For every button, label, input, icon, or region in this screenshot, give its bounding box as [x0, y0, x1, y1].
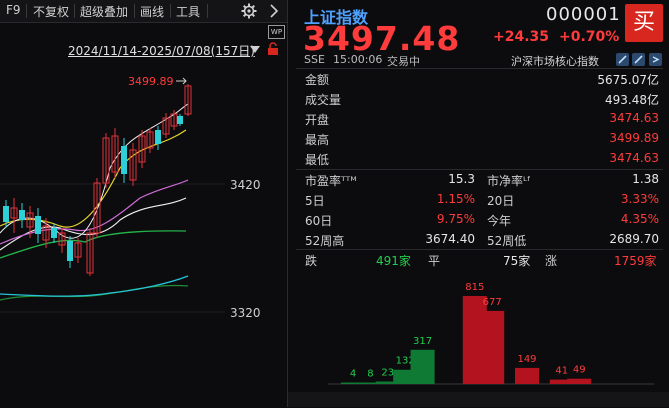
stat-value-open: 3474.63 [609, 111, 659, 125]
stat-value-amount: 5675.07亿 [597, 73, 659, 87]
exchange-label: SSE [304, 53, 325, 66]
toolbar-overlay-button[interactable]: 超级叠加 [80, 3, 128, 20]
grid-value-pb: 1.38 [632, 172, 659, 186]
range-bar: 2024/11/14-2025/07/08(157日) [0, 42, 287, 58]
grid-label-20d: 20日 [487, 194, 515, 208]
toolbar-tools-button[interactable]: 工具 [176, 3, 200, 20]
grid-label-52w-low: 52周低 [487, 234, 527, 248]
bar-value-label: 677 [483, 297, 502, 308]
stat-value-volume: 493.48亿 [605, 93, 659, 107]
grid-value-60d: 9.75% [436, 212, 475, 226]
bottom-scroll-strip[interactable] [288, 392, 669, 407]
grid-value-pe: 15.3 [448, 172, 475, 186]
wp-badge[interactable]: WP [268, 25, 285, 39]
grid-label-pb: 市净率ᴸᶠ [487, 174, 531, 188]
price-change: +24.35 [493, 29, 550, 45]
stat-value-high: 3499.89 [609, 131, 659, 145]
grid-label-pe: 市盈率ᵀᵀᴹ [305, 174, 357, 188]
axis-label-upper: 3420 [230, 178, 261, 192]
high-price-label: 3499.89 [128, 75, 174, 88]
breadth-down-count: 491家 [376, 254, 411, 268]
grid-label-52w-high: 52周高 [305, 234, 345, 248]
date-range-label[interactable]: 2024/11/14-2025/07/08(157日) [68, 42, 255, 59]
edit-icon[interactable] [616, 53, 629, 66]
price-change-pct: +0.70% [559, 29, 620, 45]
stat-value-low: 3474.63 [609, 151, 659, 165]
breadth-flat-count: 75家 [503, 254, 531, 268]
toolbar-separator [74, 4, 75, 18]
bar-value-label: 49 [573, 365, 586, 376]
toolbar-f9-button[interactable]: F9 [6, 3, 21, 17]
core-index-link[interactable]: 沪深市场核心指数 [511, 53, 599, 69]
grid-value-52w-high: 3674.40 [425, 232, 475, 246]
grid-value-52w-low: 2689.70 [609, 232, 659, 246]
index-code: 000001 [546, 4, 621, 25]
chevron-right-icon[interactable] [269, 4, 279, 18]
toolbar-separator [134, 4, 135, 18]
divider [296, 249, 663, 250]
distribution-bar-chart: 48231323178156771494149-7-5-3-101357 [328, 282, 654, 403]
divider [296, 169, 663, 170]
bar-value-label: 4 [350, 369, 356, 380]
quote-time: 15:00:06 [333, 53, 383, 66]
toolbar-separator [170, 4, 171, 18]
grid-value-ytd: 4.35% [620, 212, 659, 226]
candlestick-chart[interactable]: 3499.89 3420 3320 [0, 58, 287, 407]
toolbar-draw-button[interactable]: 画线 [140, 3, 164, 20]
stat-label-amount: 金额 [305, 73, 330, 87]
stat-label-high: 最高 [305, 133, 330, 147]
grid-label-ytd: 今年 [487, 214, 512, 228]
grid-value-20d: 3.33% [620, 192, 659, 206]
distribution-bar [480, 310, 505, 384]
grid-value-5d: 1.15% [436, 192, 475, 206]
ma-line-green [0, 284, 189, 301]
toolbar-separator [207, 4, 208, 18]
dropdown-triangle-icon[interactable] [250, 46, 260, 54]
expand-icon[interactable] [649, 53, 662, 66]
bar-value-label: 317 [413, 336, 432, 347]
stat-label-low: 最低 [305, 153, 330, 167]
grid-label-5d: 5日 [305, 194, 325, 208]
divider [296, 68, 663, 69]
stat-label-open: 开盘 [305, 113, 330, 127]
stat-label-volume: 成交量 [305, 93, 342, 107]
bar-value-label: 23 [381, 368, 394, 379]
distribution-bar [567, 378, 592, 384]
bar-value-label: 41 [555, 366, 568, 377]
breadth-up-count: 1759家 [614, 254, 657, 268]
distribution-bar [515, 367, 539, 384]
distribution-bar [410, 349, 435, 384]
trading-status: 交易中 [387, 55, 420, 68]
breadth-down-label: 跌 [305, 254, 318, 268]
link-icon[interactable] [632, 53, 645, 66]
bar-value-label: 815 [465, 282, 484, 293]
toolbar-no-adjust-button[interactable]: 不复权 [33, 3, 69, 20]
buy-button[interactable]: 买 [625, 4, 663, 42]
breadth-flat-label: 平 [428, 254, 441, 268]
axis-label-lower: 3320 [230, 306, 261, 320]
bar-value-label: 8 [367, 369, 373, 380]
chart-toolbar: F9 不复权 超级叠加 画线 工具 [0, 0, 287, 23]
lock-icon[interactable] [266, 42, 280, 56]
grid-label-60d: 60日 [305, 214, 333, 228]
gear-icon[interactable] [241, 3, 257, 19]
breadth-up-label: 涨 [545, 254, 558, 268]
toolbar-separator [26, 4, 27, 18]
bar-value-label: 149 [517, 354, 536, 365]
